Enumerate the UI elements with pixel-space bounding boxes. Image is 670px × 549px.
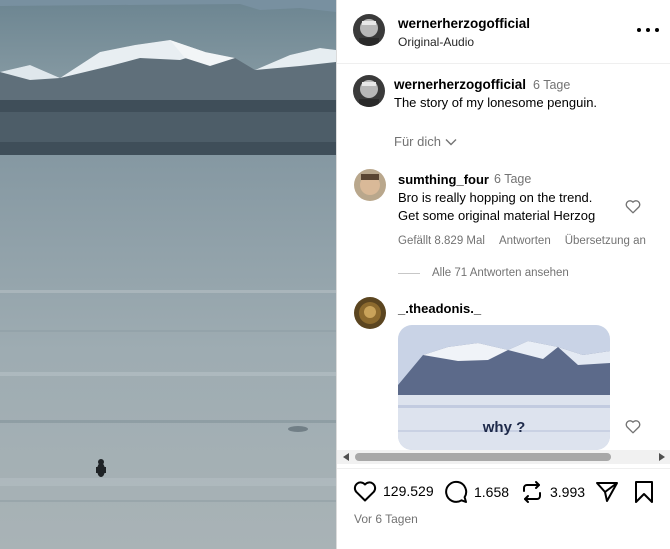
caption-username[interactable]: wernerherzogofficial [394, 77, 526, 92]
comment-icon [445, 480, 468, 503]
heart-icon[interactable] [625, 419, 641, 434]
save-button[interactable] [633, 480, 655, 504]
comment-likes[interactable]: Gefällt 8.829 Mal [398, 235, 485, 247]
heart-icon[interactable] [625, 199, 641, 214]
post-header: wernerherzogofficial Original-Audio [337, 0, 670, 64]
gif-caption: why ? [482, 419, 526, 436]
sort-dropdown[interactable]: Für dich [394, 134, 457, 149]
comment-time: 6 Tage [494, 172, 532, 186]
scroll-right-icon[interactable] [659, 453, 665, 461]
view-replies-button[interactable]: Alle 71 Antworten ansehen [398, 267, 569, 279]
author-username[interactable]: wernerherzogofficial [398, 16, 530, 31]
bookmark-icon [635, 481, 653, 503]
scrollbar-thumb[interactable] [355, 453, 611, 461]
share-button[interactable] [595, 480, 619, 504]
comment-username[interactable]: sumthing_four [398, 172, 489, 187]
more-icon[interactable] [637, 22, 659, 38]
action-bar: 129.529 1.658 3.993 Vor 6 Tagen [337, 468, 670, 549]
replies-divider [398, 272, 420, 274]
sort-label: Für dich [394, 134, 441, 149]
audio-label[interactable]: Original-Audio [398, 35, 474, 49]
post-detail-panel: wernerherzogofficial Original-Audio wern… [336, 0, 670, 549]
chevron-down-icon [445, 138, 457, 145]
caption-text: The story of my lonesome penguin. [394, 95, 598, 110]
caption-avatar[interactable] [353, 75, 385, 107]
view-replies-label: Alle 71 Antworten ansehen [432, 267, 569, 279]
comment-text-line: Get some original material Herzog [398, 208, 596, 223]
like-button[interactable]: 129.529 [353, 480, 434, 502]
comments-list[interactable]: wernerherzogofficial 6 Tage The story of… [337, 64, 670, 450]
post-timestamp: Vor 6 Tagen [354, 512, 418, 526]
commenter-avatar[interactable] [354, 297, 386, 329]
like-count: 129.529 [383, 483, 434, 499]
heart-icon [353, 481, 377, 502]
repost-icon [523, 481, 541, 503]
author-avatar[interactable] [353, 14, 385, 46]
repost-count: 3.993 [550, 484, 586, 500]
commenter-avatar[interactable] [354, 169, 386, 201]
horizontal-scrollbar[interactable] [337, 450, 670, 464]
share-icon [596, 482, 618, 502]
translate-button[interactable]: Übersetzung an [565, 235, 646, 247]
comment-username[interactable]: _.theadonis._ [398, 301, 481, 316]
scroll-left-icon[interactable] [343, 453, 349, 461]
comment-text: Bro is really hopping on the trend. Get … [398, 189, 618, 225]
comment-gif[interactable]: why ? [398, 325, 610, 450]
comment-count: 1.658 [474, 484, 510, 500]
reply-button[interactable]: Antworten [499, 235, 551, 247]
comment-actions: Gefällt 8.829 Mal Antworten Übersetzung … [398, 235, 646, 247]
post-media[interactable] [0, 0, 336, 549]
penguin-video-frame [0, 0, 336, 549]
repost-button[interactable]: 3.993 [520, 480, 585, 504]
comment-button[interactable]: 1.658 [444, 480, 509, 504]
caption-time: 6 Tage [533, 78, 571, 92]
comment-text-line: Bro is really hopping on the trend. [398, 190, 593, 205]
